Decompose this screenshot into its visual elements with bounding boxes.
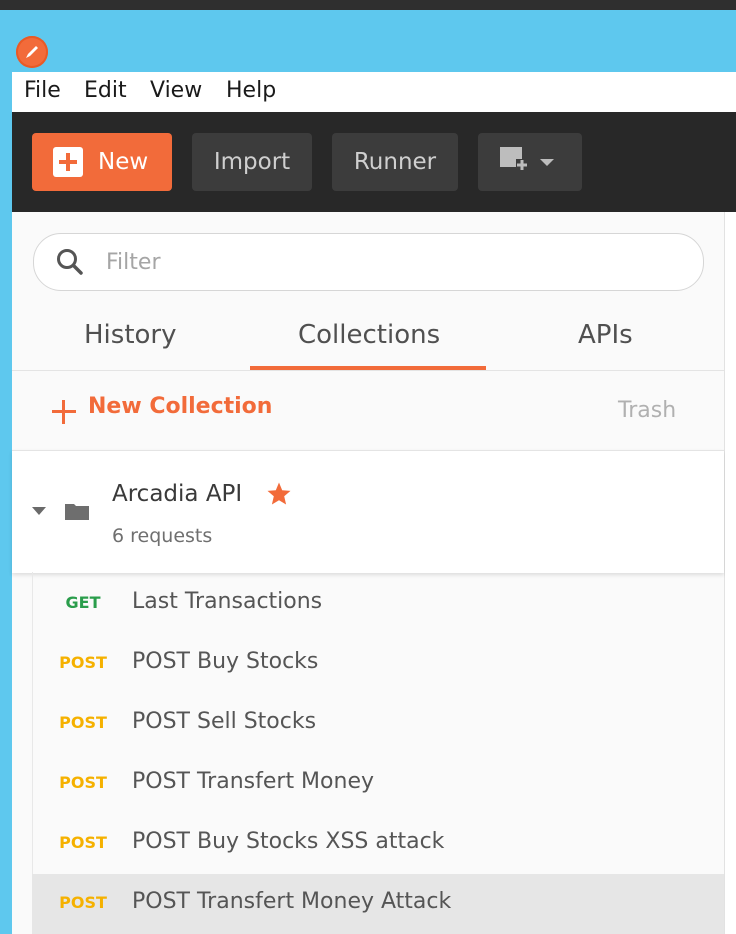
request-item[interactable]: POST POST Sell Stocks <box>32 694 724 754</box>
search-icon <box>57 249 83 275</box>
request-name: Last Transactions <box>132 589 323 614</box>
tab-history[interactable]: History <box>84 320 177 350</box>
chevron-down-icon <box>540 159 554 166</box>
menu-view[interactable]: View <box>150 78 202 103</box>
caret-down-icon[interactable] <box>32 507 46 515</box>
main-pane-edge <box>725 212 736 934</box>
request-name: POST Buy Stocks <box>132 649 319 674</box>
tab-apis[interactable]: APIs <box>578 320 633 350</box>
request-item[interactable]: POST POST Buy Stocks <box>32 634 724 694</box>
method-badge: POST <box>59 893 107 912</box>
trash-link[interactable]: Trash <box>618 398 676 423</box>
runner-button[interactable]: Runner <box>332 133 458 191</box>
filter-box <box>33 233 704 291</box>
method-badge: POST <box>59 713 107 732</box>
request-name: POST Sell Stocks <box>132 709 317 734</box>
toolbar: New Import Runner <box>12 112 736 212</box>
menu-bar: File Edit View Help <box>12 72 736 112</box>
request-item[interactable]: GET Last Transactions <box>32 574 724 634</box>
new-collection-label: New Collection <box>88 394 273 419</box>
app-window: File Edit View Help New Import Runner Fi… <box>12 72 736 934</box>
method-badge: POST <box>59 773 107 792</box>
filter-input[interactable] <box>104 244 668 280</box>
method-badge: POST <box>59 653 107 672</box>
request-item[interactable]: POST POST Buy Stocks XSS attack <box>32 814 724 874</box>
sidebar: History Collections APIs New Collection … <box>12 212 725 934</box>
star-icon[interactable] <box>266 481 292 507</box>
request-name: POST Buy Stocks XSS attack <box>132 829 445 854</box>
plus-box-icon <box>53 147 83 177</box>
postman-logo-icon <box>16 36 48 68</box>
request-name: POST Transfert Money <box>132 769 374 794</box>
new-button[interactable]: New <box>32 133 172 191</box>
collection-request-count: 6 requests <box>112 525 213 547</box>
menu-file[interactable]: File <box>24 78 61 103</box>
new-button-label: New <box>98 149 149 175</box>
request-item[interactable]: POST POST Transfert Money <box>32 754 724 814</box>
tab-collections[interactable]: Collections <box>298 320 440 350</box>
folder-icon <box>65 504 89 520</box>
request-item-selected[interactable]: POST POST Transfert Money Attack <box>32 874 724 934</box>
method-badge: POST <box>59 833 107 852</box>
plus-icon <box>52 400 76 424</box>
collection-name: Arcadia API <box>112 481 243 507</box>
menu-help[interactable]: Help <box>226 78 276 103</box>
collection-item[interactable]: Arcadia API 6 requests <box>12 450 724 573</box>
screen-top-strip <box>0 0 736 10</box>
import-button[interactable]: Import <box>192 133 312 191</box>
menu-edit[interactable]: Edit <box>84 78 127 103</box>
method-badge: GET <box>65 593 101 612</box>
title-bar <box>0 10 736 72</box>
tabs-divider <box>12 370 724 371</box>
new-window-button[interactable] <box>478 133 582 191</box>
request-name: POST Transfert Money Attack <box>132 889 452 914</box>
